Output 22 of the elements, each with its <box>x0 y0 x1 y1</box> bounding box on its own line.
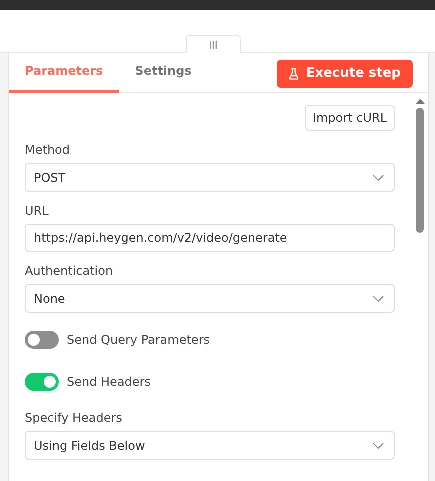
drag-handle[interactable] <box>186 35 241 53</box>
scroll-up-icon[interactable] <box>416 99 424 104</box>
toggle-switch[interactable] <box>25 373 59 391</box>
grip-icon <box>210 40 217 48</box>
dropdown[interactable]: POST <box>25 163 395 192</box>
scrollbar-thumb[interactable] <box>416 108 424 233</box>
toggle-label: Send Query Parameters <box>67 333 210 347</box>
field-label: Specify Headers <box>25 411 124 425</box>
dropdown[interactable]: Using Fields Below <box>25 431 395 460</box>
chevron-down-icon <box>373 296 384 302</box>
tab[interactable]: Settings <box>119 54 208 93</box>
field-label: Authentication <box>25 264 114 278</box>
dropdown[interactable]: None <box>25 284 395 313</box>
import-curl-button[interactable]: Import cURL <box>304 105 395 131</box>
toggle-label: Send Headers <box>67 375 151 389</box>
flask-icon <box>289 68 300 80</box>
toggle-switch[interactable] <box>25 331 59 349</box>
chevron-down-icon <box>373 174 384 180</box>
input-field[interactable]: https://api.heygen.com/v2/video/generate <box>25 224 395 252</box>
field-label: Method <box>25 143 72 157</box>
chevron-down-icon <box>373 442 384 448</box>
field-label: URL <box>25 204 50 218</box>
